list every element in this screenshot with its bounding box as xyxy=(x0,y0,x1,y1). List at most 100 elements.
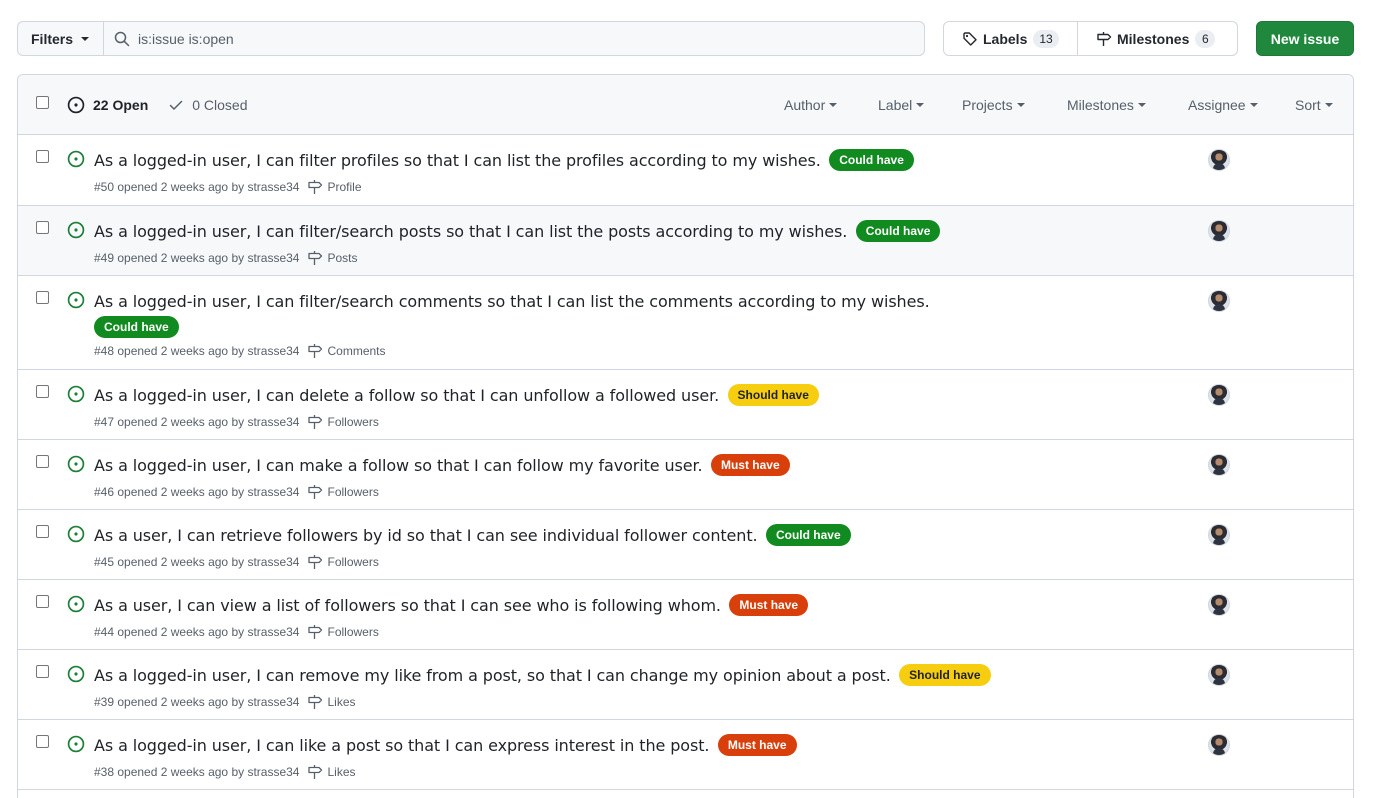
projects-filter[interactable]: Projects xyxy=(962,97,1025,113)
issue-row[interactable]: As a logged-in user, I can make a follow… xyxy=(18,440,1353,510)
issue-milestone-link[interactable]: Followers xyxy=(327,555,378,569)
author-filter[interactable]: Author xyxy=(784,97,838,113)
issue-opened-icon xyxy=(67,455,85,473)
issue-label[interactable]: Must have xyxy=(729,594,809,616)
issue-milestone-link[interactable]: Likes xyxy=(327,765,355,779)
issue-meta: #48 opened 2 weeks ago by strasse34 Comm… xyxy=(94,343,386,359)
issue-row[interactable]: As a user, I can retrieve followers by i… xyxy=(18,510,1353,580)
label-filter[interactable]: Label xyxy=(878,97,925,113)
issue-checkbox[interactable] xyxy=(36,595,49,608)
assignee-avatar[interactable] xyxy=(1208,524,1230,546)
issue-title-line: As a logged-in user, I can filter/search… xyxy=(94,289,954,342)
issue-title-link[interactable]: As a logged-in user, I can make a follow… xyxy=(94,456,703,475)
issue-milestone-link[interactable]: Comments xyxy=(327,344,385,358)
issue-title-line: As a logged-in user, I can filter profil… xyxy=(94,148,1154,175)
filters-label: Filters xyxy=(31,30,74,47)
issue-title-link[interactable]: As a logged-in user, I can delete a foll… xyxy=(94,386,719,405)
issue-row[interactable]: As a logged-in user, I can like a post s… xyxy=(18,720,1353,790)
issue-title-link[interactable]: As a logged-in user, I can filter/search… xyxy=(94,292,930,311)
issue-milestone-link[interactable]: Posts xyxy=(327,251,357,265)
search-box[interactable] xyxy=(103,21,925,56)
milestone-icon xyxy=(308,625,323,639)
select-all-checkbox[interactable] xyxy=(36,96,49,109)
issue-title-line: As a logged-in user, I can remove my lik… xyxy=(94,663,1154,690)
issue-label[interactable]: Could have xyxy=(765,524,851,546)
issue-row[interactable]: As a logged-in user, I can filter profil… xyxy=(18,135,1353,206)
open-count: 22 Open xyxy=(93,97,149,113)
issue-row[interactable]: As a logged-in user, I can filter/search… xyxy=(18,276,1353,370)
issue-checkbox[interactable] xyxy=(36,525,49,538)
assignee-avatar[interactable] xyxy=(1208,290,1230,312)
issue-checkbox[interactable] xyxy=(36,735,49,748)
issue-opened-icon xyxy=(67,221,85,239)
issue-milestone-link[interactable]: Profile xyxy=(327,180,361,194)
issue-label[interactable]: Should have xyxy=(727,384,819,406)
search-input[interactable] xyxy=(138,30,898,47)
issue-row[interactable]: As a user, I can view a list of follower… xyxy=(18,580,1353,650)
issue-label[interactable]: Must have xyxy=(710,454,790,476)
chevron-down-icon xyxy=(1137,103,1146,107)
new-issue-button[interactable]: New issue xyxy=(1256,21,1354,56)
issue-checkbox[interactable] xyxy=(36,455,49,468)
issue-checkbox[interactable] xyxy=(36,665,49,678)
issue-milestone-link[interactable]: Followers xyxy=(327,415,378,429)
issue-opened-icon xyxy=(67,525,85,543)
issue-checkbox[interactable] xyxy=(36,221,49,234)
issue-row[interactable]: As a logged-in user, I can remove my lik… xyxy=(18,650,1353,720)
assignee-avatar[interactable] xyxy=(1208,384,1230,406)
assignee-filter[interactable]: Assignee xyxy=(1188,97,1258,113)
tag-icon xyxy=(963,31,977,46)
issue-title-line: As a user, I can view a list of follower… xyxy=(94,593,1154,620)
issue-milestone-link[interactable]: Likes xyxy=(327,695,355,709)
issue-checkbox[interactable] xyxy=(36,291,49,304)
sort-filter[interactable]: Sort xyxy=(1295,97,1333,113)
issue-title-link[interactable]: As a user, I can retrieve followers by i… xyxy=(94,526,758,545)
issue-milestone-link[interactable]: Followers xyxy=(327,485,378,499)
milestones-filter-label: Milestones xyxy=(1067,97,1134,113)
issue-meta: #44 opened 2 weeks ago by strasse34 Foll… xyxy=(94,624,379,640)
issue-opened-meta: #46 opened 2 weeks ago by strasse34 xyxy=(94,485,300,499)
issue-opened-icon xyxy=(67,665,85,683)
issue-meta: #45 opened 2 weeks ago by strasse34 Foll… xyxy=(94,554,379,570)
open-issues-tab[interactable]: 22 Open xyxy=(67,96,148,114)
issue-title-link[interactable]: As a logged-in user, I can filter profil… xyxy=(94,151,821,170)
assignee-avatar[interactable] xyxy=(1208,454,1230,476)
issue-title-line: As a logged-in user, I can make a follow… xyxy=(94,453,1154,480)
issues-list-header: 22 Open 0 Closed Author Label Projects M… xyxy=(18,75,1353,135)
milestones-link[interactable]: Milestones 6 xyxy=(1078,22,1237,55)
assignee-avatar[interactable] xyxy=(1208,149,1230,171)
issue-label[interactable]: Could have xyxy=(829,149,914,171)
milestones-filter[interactable]: Milestones xyxy=(1067,97,1146,113)
issue-label[interactable]: Could have xyxy=(94,316,179,338)
issue-milestone-link[interactable]: Followers xyxy=(327,625,378,639)
issue-checkbox[interactable] xyxy=(36,150,49,163)
issue-opened-meta: #49 opened 2 weeks ago by strasse34 xyxy=(94,251,300,265)
issue-title-link[interactable]: As a logged-in user, I can remove my lik… xyxy=(94,666,891,685)
issue-label[interactable]: Should have xyxy=(899,664,991,686)
filters-button[interactable]: Filters xyxy=(17,21,104,56)
assignee-avatar[interactable] xyxy=(1208,734,1230,756)
issue-opened-meta: #48 opened 2 weeks ago by strasse34 xyxy=(94,344,300,358)
issue-label[interactable]: Must have xyxy=(717,734,797,756)
milestones-label: Milestones xyxy=(1117,30,1190,47)
issue-title-link[interactable]: As a logged-in user, I can filter/search… xyxy=(94,222,847,241)
issue-row[interactable]: As a logged-in user, I can filter/search… xyxy=(18,206,1353,276)
labels-link[interactable]: Labels 13 xyxy=(944,22,1078,55)
closed-count: 0 Closed xyxy=(192,97,248,113)
issue-meta: #46 opened 2 weeks ago by strasse34 Foll… xyxy=(94,484,379,500)
issue-title-link[interactable]: As a logged-in user, I can like a post s… xyxy=(94,736,709,755)
issue-opened-icon xyxy=(67,150,85,168)
issue-checkbox[interactable] xyxy=(36,385,49,398)
closed-issues-tab[interactable]: 0 Closed xyxy=(168,97,248,113)
assignee-avatar[interactable] xyxy=(1208,594,1230,616)
assignee-avatar[interactable] xyxy=(1208,664,1230,686)
issue-row[interactable]: As a logged-in user, I can delete a foll… xyxy=(18,370,1353,440)
milestone-icon xyxy=(308,344,323,358)
milestone-icon xyxy=(308,415,323,429)
issue-title-link[interactable]: As a user, I can view a list of follower… xyxy=(94,596,721,615)
search-icon xyxy=(114,31,130,46)
labels-milestones-group: Labels 13 Milestones 6 xyxy=(943,21,1238,56)
assignee-avatar[interactable] xyxy=(1208,220,1230,242)
chevron-down-icon xyxy=(1249,103,1258,107)
issue-label[interactable]: Could have xyxy=(855,220,941,242)
